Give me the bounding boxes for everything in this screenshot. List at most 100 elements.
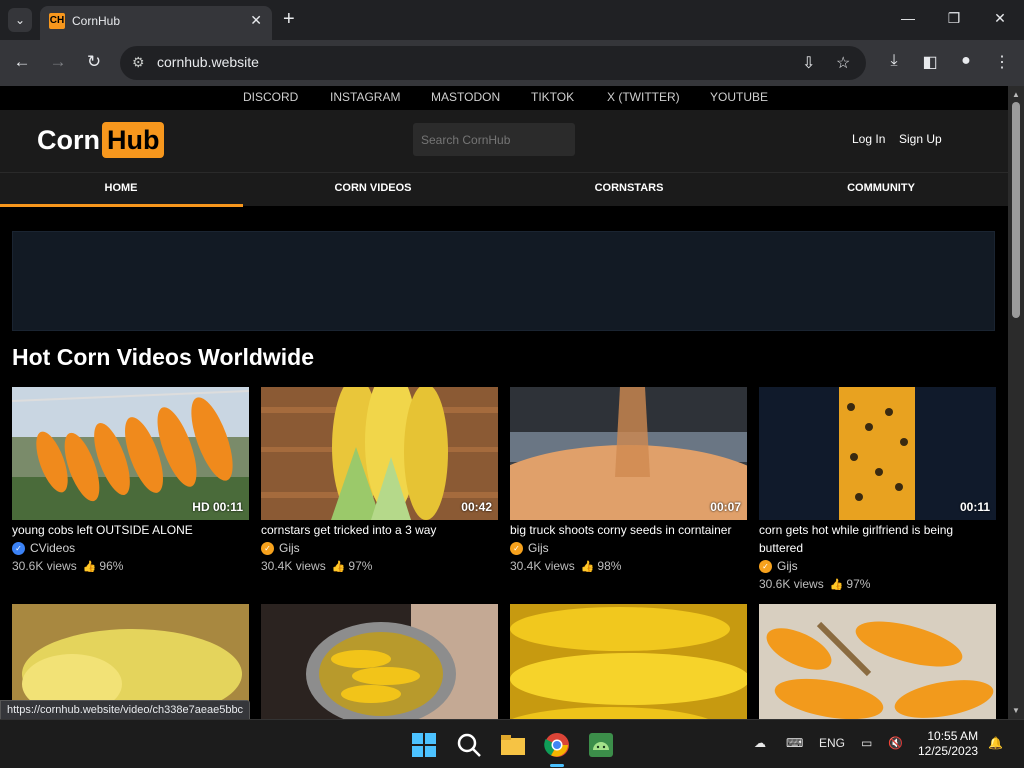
language-indicator[interactable]: ENG — [819, 736, 845, 750]
social-link-x[interactable]: X (TWITTER) — [607, 90, 680, 104]
notification-bell-icon[interactable]: 🔔 — [988, 736, 1003, 750]
active-tab[interactable]: CH CornHub ✕ — [40, 6, 272, 40]
webpage: DISCORD INSTAGRAM MASTODON TIKTOK X (TWI… — [0, 86, 1008, 719]
view-count: 30.4K views — [510, 559, 575, 573]
search-icon[interactable] — [456, 732, 482, 758]
rating-percent: 97% — [348, 559, 373, 573]
scroll-up-arrow-icon[interactable]: ▲ — [1012, 90, 1020, 99]
thumbnail-corn-basket — [759, 604, 996, 719]
file-explorer-icon[interactable] — [500, 732, 526, 758]
close-window-button[interactable]: ✕ — [990, 10, 1010, 27]
back-arrow-icon[interactable]: ← — [11, 52, 33, 72]
minimize-button[interactable]: — — [898, 10, 918, 26]
system-clock[interactable]: 10:55 AM 12/25/2023 — [918, 729, 978, 759]
new-tab-button[interactable]: + — [283, 8, 295, 30]
browser-toolbar: ← → ↻ ⚙ cornhub.website ⇩ ☆ ⤓ ◧ ● ⋮ — [0, 40, 1024, 86]
address-bar[interactable]: ⚙ cornhub.website ⇩ ☆ — [120, 46, 866, 80]
social-link-instagram[interactable]: INSTAGRAM — [330, 90, 400, 104]
rating-percent: 97% — [846, 577, 871, 591]
ad-banner[interactable] — [12, 231, 995, 331]
chrome-icon[interactable] — [544, 732, 570, 758]
video-duration: 00:11 — [959, 500, 990, 514]
menu-kebab-icon[interactable]: ⋮ — [991, 52, 1013, 72]
video-thumbnail[interactable]: 00:42 — [261, 387, 498, 520]
channel-row[interactable]: ✓ Gijs — [261, 539, 498, 557]
forward-arrow-icon[interactable]: → — [47, 52, 69, 72]
video-card[interactable] — [261, 604, 498, 719]
channel-row[interactable]: ✓ Gijs — [759, 557, 996, 575]
network-icon[interactable]: ☁ — [754, 736, 766, 750]
video-title[interactable]: young cobs left OUTSIDE ALONE — [12, 521, 249, 539]
browser-titlebar: ⌄ CH CornHub ✕ + — ❐ ✕ — [0, 0, 1024, 40]
restore-button[interactable]: ❐ — [944, 10, 964, 27]
scrollbar-thumb[interactable] — [1012, 102, 1020, 318]
nav-corn-videos[interactable]: CORN VIDEOS — [252, 182, 494, 194]
volume-muted-icon[interactable]: 🔇 — [888, 736, 903, 750]
channel-row[interactable]: ✓ CVideos — [12, 539, 249, 557]
social-link-youtube[interactable]: YOUTUBE — [710, 90, 768, 104]
display-icon[interactable]: ▭ — [861, 736, 872, 750]
bookmark-star-icon[interactable]: ☆ — [836, 53, 850, 73]
side-panel-icon[interactable]: ◧ — [919, 52, 941, 72]
reload-icon[interactable]: ↻ — [83, 52, 105, 72]
channel-name[interactable]: Gijs — [279, 539, 300, 557]
site-info-icon[interactable]: ⚙ — [132, 54, 145, 71]
video-card[interactable]: 00:42 cornstars get tricked into a 3 way… — [261, 387, 498, 576]
video-title[interactable]: cornstars get tricked into a 3 way — [261, 521, 498, 539]
rating-percent: 98% — [597, 559, 622, 573]
video-duration: HD 00:11 — [192, 500, 243, 514]
login-link[interactable]: Log In — [852, 132, 885, 146]
channel-name[interactable]: Gijs — [777, 557, 798, 575]
video-duration: 00:42 — [461, 500, 492, 514]
channel-row[interactable]: ✓ Gijs — [510, 539, 747, 557]
video-card[interactable]: 00:11 corn gets hot while girlfriend is … — [759, 387, 996, 594]
site-logo[interactable]: Corn Hub — [37, 122, 165, 158]
site-header: Corn Hub Log In Sign Up HOME CORN VIDEOS… — [0, 110, 1008, 207]
tab-search-button[interactable]: ⌄ — [8, 8, 32, 32]
video-title[interactable]: corn gets hot while girlfriend is being … — [759, 521, 996, 557]
video-thumbnail[interactable] — [759, 604, 996, 719]
video-thumbnail[interactable]: 00:07 — [510, 387, 747, 520]
url-text[interactable]: cornhub.website — [157, 54, 259, 70]
close-tab-icon[interactable]: ✕ — [250, 12, 262, 29]
social-link-tiktok[interactable]: TIKTOK — [531, 90, 574, 104]
nav-community[interactable]: COMMUNITY — [760, 182, 1002, 194]
video-card[interactable] — [510, 604, 747, 719]
nav-home[interactable]: HOME — [0, 182, 242, 194]
profile-icon[interactable]: ● — [955, 52, 977, 70]
signup-link[interactable]: Sign Up — [899, 132, 942, 146]
page-scrollbar[interactable]: ▲ ▼ — [1008, 86, 1024, 719]
active-app-indicator — [550, 764, 564, 767]
install-app-icon[interactable]: ⇩ — [802, 53, 815, 73]
channel-name[interactable]: Gijs — [528, 539, 549, 557]
thumbs-up-icon: 👍 — [829, 579, 844, 591]
video-card[interactable] — [759, 604, 996, 719]
video-card[interactable]: 00:07 big truck shoots corny seeds in co… — [510, 387, 747, 576]
verified-check-icon: ✓ — [759, 559, 772, 573]
search-input[interactable] — [413, 123, 575, 156]
video-title[interactable]: big truck shoots corny seeds in corntain… — [510, 521, 747, 539]
downloads-icon[interactable]: ⤓ — [883, 52, 905, 70]
keyboard-icon[interactable]: ⌨ — [786, 736, 803, 750]
channel-name[interactable]: CVideos — [30, 539, 75, 557]
video-thumbnail[interactable] — [510, 604, 747, 719]
video-stats: 30.6K views 👍 97% — [759, 575, 996, 594]
social-link-mastodon[interactable]: MASTODON — [431, 90, 500, 104]
video-card[interactable]: HD 00:11 young cobs left OUTSIDE ALONE ✓… — [12, 387, 249, 576]
video-stats: 30.4K views 👍 97% — [261, 557, 498, 576]
android-studio-icon[interactable] — [588, 732, 614, 758]
active-nav-indicator — [0, 204, 243, 207]
taskbar: ☁ ⌨ ENG ▭ 🔇 10:55 AM 12/25/2023 🔔 — [0, 719, 1024, 768]
video-thumbnail[interactable]: HD 00:11 — [12, 387, 249, 520]
rating-percent: 96% — [99, 559, 124, 573]
video-duration: 00:07 — [710, 500, 741, 514]
scroll-down-arrow-icon[interactable]: ▼ — [1012, 706, 1020, 715]
social-link-discord[interactable]: DISCORD — [243, 90, 298, 104]
view-count: 30.6K views — [759, 577, 824, 591]
video-stats: 30.6K views 👍 96% — [12, 557, 249, 576]
windows-start-icon[interactable] — [411, 732, 437, 758]
nav-cornstars[interactable]: CORNSTARS — [508, 182, 750, 194]
video-thumbnail[interactable] — [261, 604, 498, 719]
social-links-bar: DISCORD INSTAGRAM MASTODON TIKTOK X (TWI… — [0, 86, 1008, 110]
video-thumbnail[interactable]: 00:11 — [759, 387, 996, 520]
